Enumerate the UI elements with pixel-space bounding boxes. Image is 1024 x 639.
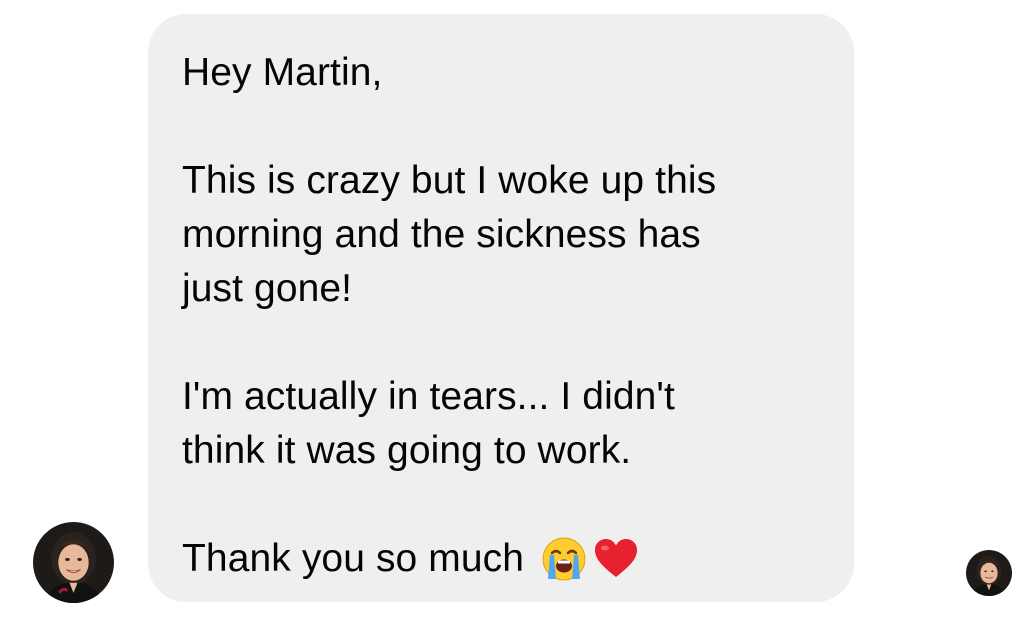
- sender-avatar[interactable]: [33, 522, 114, 603]
- message-final-text: Thank you so much: [182, 537, 525, 580]
- message-line-blank: [182, 316, 820, 370]
- read-receipt-photo-icon: [966, 550, 1012, 596]
- message-line: morning and the sickness has: [182, 213, 701, 256]
- message-final-line: Thank you so much: [182, 532, 820, 586]
- read-receipt-avatar: [966, 550, 1012, 596]
- message-bubble[interactable]: Hey Martin, This is crazy but I woke up …: [148, 14, 854, 602]
- chat-view: Hey Martin, This is crazy but I woke up …: [0, 0, 1024, 639]
- message-line: think it was going to work.: [182, 429, 632, 472]
- sender-photo-icon: [33, 522, 114, 603]
- red-heart-icon: [595, 539, 638, 577]
- message-line: Hey Martin,: [182, 51, 383, 94]
- message-line: just gone!: [182, 267, 353, 310]
- message-line-blank: [182, 100, 820, 154]
- message-line-blank: [182, 478, 820, 532]
- message-line: This is crazy but I woke up this: [182, 159, 717, 202]
- loudly-crying-face-icon: [542, 537, 586, 581]
- message-line: I'm actually in tears... I didn't: [182, 375, 675, 418]
